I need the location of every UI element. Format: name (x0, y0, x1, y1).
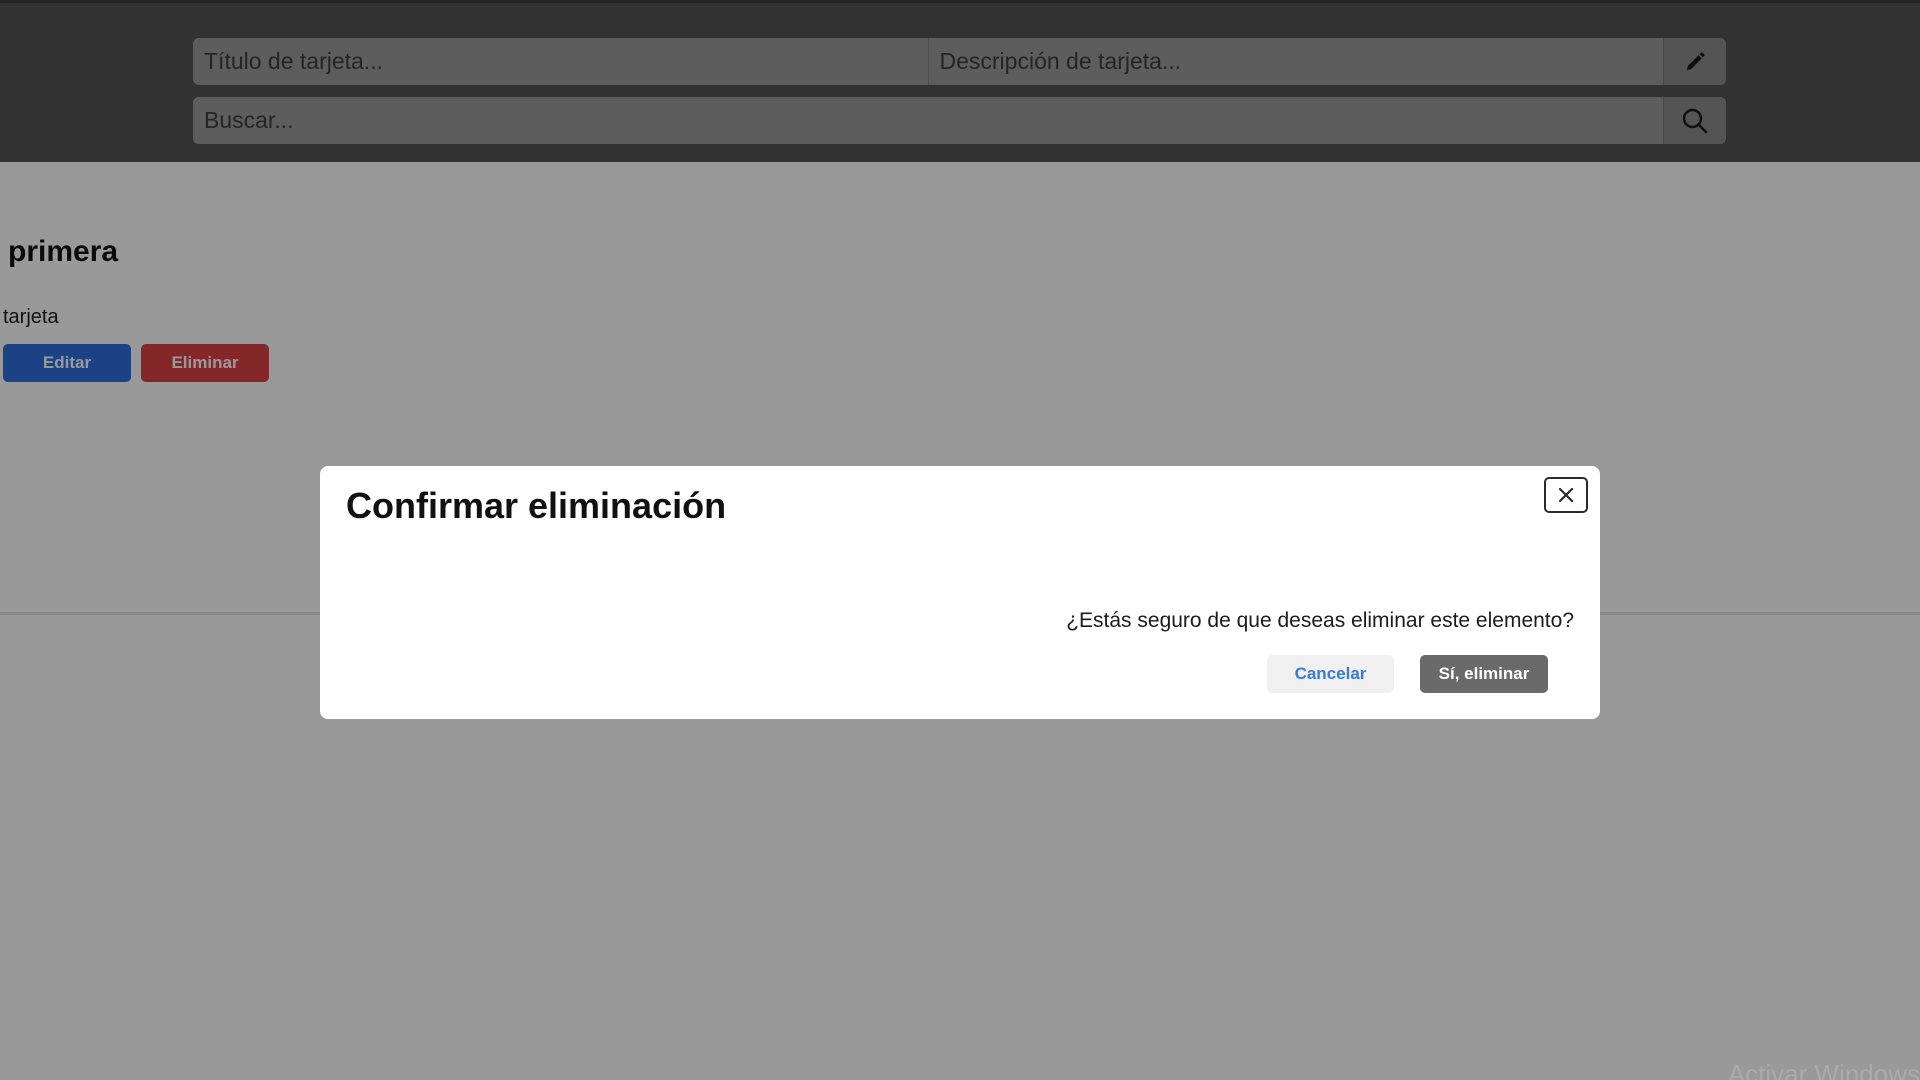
close-icon (1558, 487, 1574, 503)
modal-close-button[interactable] (1544, 477, 1588, 513)
confirm-delete-button[interactable]: Sí, eliminar (1420, 655, 1548, 693)
windows-activation-watermark: Activar Windows (1727, 1059, 1920, 1080)
modal-title: Confirmar eliminación (346, 485, 727, 526)
app-page: Título de tarjeta... Descripción de tarj… (0, 0, 1920, 1080)
cancel-button[interactable]: Cancelar (1267, 655, 1394, 693)
confirm-delete-modal: Confirmar eliminación ¿Estás seguro de q… (320, 466, 1600, 719)
modal-message: ¿Estás seguro de que deseas eliminar est… (1066, 609, 1574, 632)
